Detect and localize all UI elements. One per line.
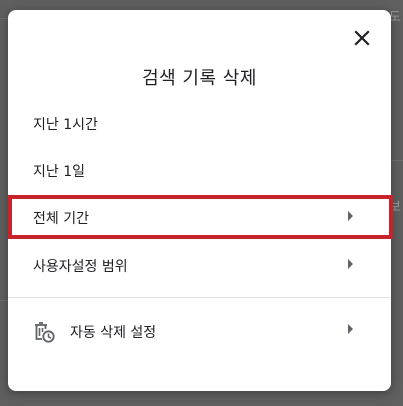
auto-delete-icon [35, 322, 55, 343]
highlight-box [8, 195, 393, 239]
chevron-right-icon [348, 324, 353, 334]
close-icon [354, 30, 370, 46]
option-last-hour[interactable]: 지난 1시간 [8, 101, 391, 145]
auto-delete-settings[interactable]: 자동 삭제 설정 [8, 308, 391, 352]
background-divider [391, 160, 403, 161]
divider [8, 297, 391, 298]
option-label: 지난 1시간 [33, 117, 98, 133]
option-label: 지난 1일 [33, 164, 85, 180]
close-button[interactable] [350, 26, 374, 50]
auto-delete-label: 자동 삭제 설정 [70, 325, 157, 341]
option-custom-range[interactable]: 사용자설정 범위 [8, 243, 391, 287]
background-divider [0, 18, 8, 19]
dialog-title: 검색 기록 삭제 [142, 68, 257, 89]
option-label: 사용자설정 범위 [33, 259, 128, 275]
chevron-right-icon [348, 259, 353, 269]
background-divider [0, 300, 8, 301]
clear-history-dialog: 검색 기록 삭제 지난 1시간 지난 1일 전체 기간 사용자설정 범위 자동 … [8, 10, 393, 391]
option-last-day[interactable]: 지난 1일 [8, 148, 391, 192]
